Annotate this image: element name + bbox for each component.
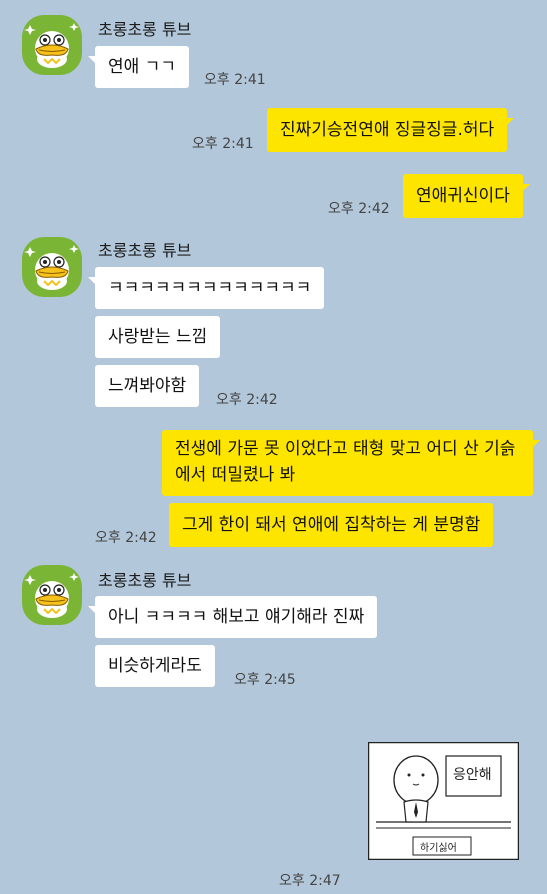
message-time: 오후 2:42: [216, 392, 278, 408]
sender-name: 초롱초롱 튜브: [98, 241, 192, 260]
message-bubble[interactable]: 연애 ㄱㄱ: [88, 46, 189, 88]
sticker-image[interactable]: 응안해 하기싫어: [367, 741, 520, 861]
sticker-sign-text: 응안해: [453, 767, 492, 783]
message-bubble[interactable]: 아니 ㅋㅋㅋㅋ 해보고 얘기해라 진짜: [87, 596, 378, 638]
message-bubble[interactable]: 연애귀신이다: [403, 174, 530, 218]
tube-duck-avatar-icon[interactable]: [21, 14, 83, 76]
tube-duck-avatar-icon[interactable]: [21, 564, 83, 626]
message-bubble[interactable]: 비슷하게라도: [95, 645, 215, 687]
message-time: 오후 2:47: [279, 873, 341, 889]
message-time: 오후 2:45: [234, 672, 296, 688]
sender-name: 초롱초롱 튜브: [98, 20, 192, 39]
message-bubble[interactable]: ㅋㅋㅋㅋㅋㅋㅋㅋㅋㅋㅋㅋㅋ: [87, 267, 325, 309]
sender-name: 초롱초롱 튜브: [98, 571, 192, 590]
message-bubble[interactable]: 전생에 가문 못 이었다고 태형 맞고 어디 산 기슭에서 떠밀렸나 봐: [162, 430, 540, 496]
tube-duck-avatar-icon[interactable]: [21, 236, 83, 298]
message-time: 오후 2:42: [95, 530, 157, 546]
message-bubble[interactable]: 진짜기승전연애 징글징글.허다: [267, 108, 515, 152]
message-time: 오후 2:41: [192, 136, 254, 152]
message-time: 오후 2:42: [328, 201, 390, 217]
message-time: 오후 2:41: [204, 72, 266, 88]
message-bubble[interactable]: 사랑받는 느낌: [95, 316, 221, 358]
message-bubble[interactable]: 그게 한이 돼서 연애에 집착하는 게 분명함: [169, 503, 494, 547]
message-bubble[interactable]: 느껴봐야함: [95, 365, 200, 407]
sticker-caption-text: 하기싫어: [420, 843, 457, 854]
